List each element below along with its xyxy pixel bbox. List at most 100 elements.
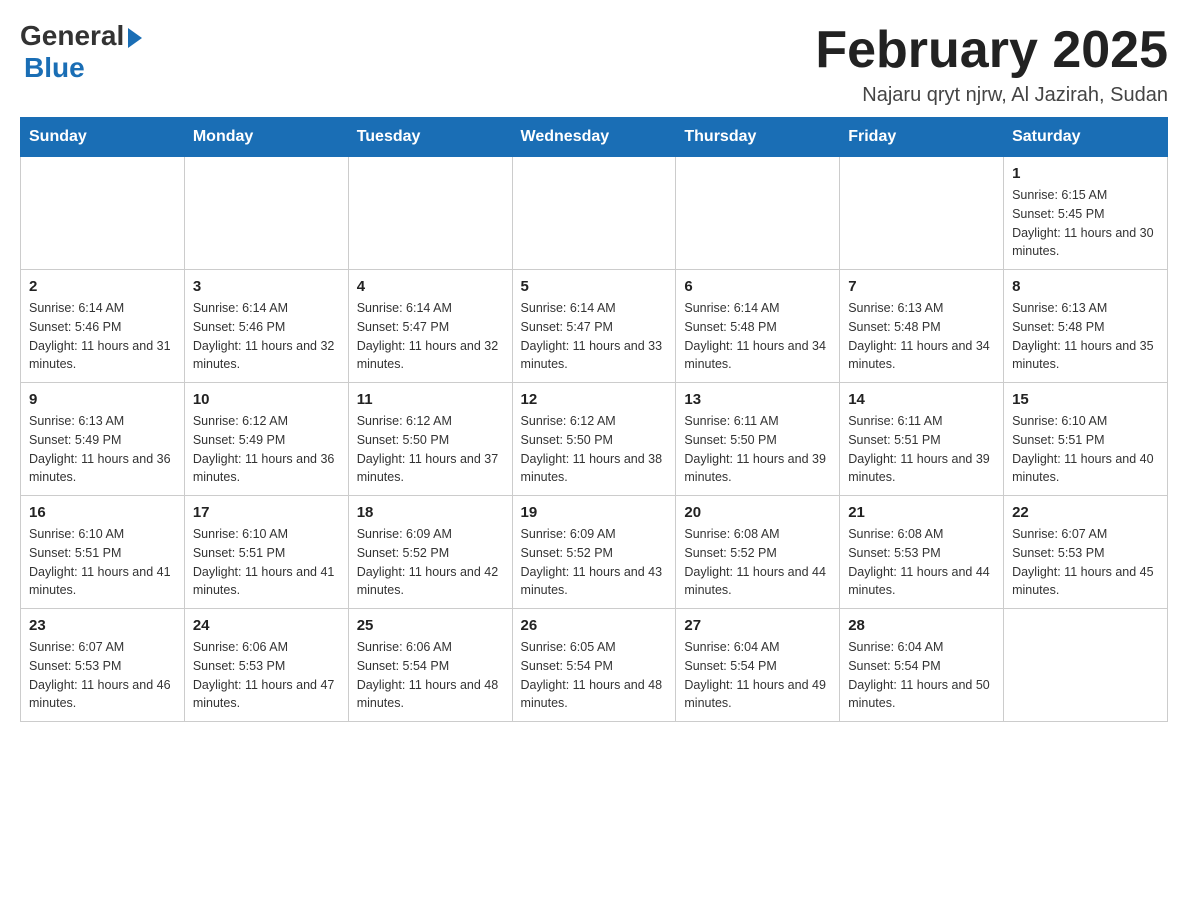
day-info: Sunrise: 6:12 AM Sunset: 5:49 PM Dayligh…	[193, 412, 340, 487]
calendar-day-cell: 23 Sunrise: 6:07 AM Sunset: 5:53 PM Dayli…	[21, 609, 185, 722]
day-number: 5	[521, 278, 668, 295]
logo-general-text: General	[20, 20, 124, 52]
calendar-day-cell: 2 Sunrise: 6:14 AM Sunset: 5:46 PM Daylig…	[21, 270, 185, 383]
calendar-day-cell	[512, 157, 676, 270]
day-info: Sunrise: 6:11 AM Sunset: 5:50 PM Dayligh…	[684, 412, 831, 487]
day-number: 22	[1012, 504, 1159, 521]
day-info: Sunrise: 6:08 AM Sunset: 5:52 PM Dayligh…	[684, 525, 831, 600]
weekday-header-sunday: Sunday	[21, 118, 185, 157]
day-number: 27	[684, 617, 831, 634]
calendar-day-cell: 19 Sunrise: 6:09 AM Sunset: 5:52 PM Dayli…	[512, 496, 676, 609]
calendar-day-cell: 27 Sunrise: 6:04 AM Sunset: 5:54 PM Dayli…	[676, 609, 840, 722]
weekday-header-row: SundayMondayTuesdayWednesdayThursdayFrid…	[21, 118, 1168, 157]
day-number: 10	[193, 391, 340, 408]
day-number: 12	[521, 391, 668, 408]
calendar-day-cell	[840, 157, 1004, 270]
calendar-week-row: 9 Sunrise: 6:13 AM Sunset: 5:49 PM Daylig…	[21, 383, 1168, 496]
day-info: Sunrise: 6:10 AM Sunset: 5:51 PM Dayligh…	[193, 525, 340, 600]
calendar-day-cell: 8 Sunrise: 6:13 AM Sunset: 5:48 PM Daylig…	[1004, 270, 1168, 383]
calendar-day-cell: 5 Sunrise: 6:14 AM Sunset: 5:47 PM Daylig…	[512, 270, 676, 383]
day-info: Sunrise: 6:14 AM Sunset: 5:48 PM Dayligh…	[684, 299, 831, 374]
calendar-day-cell: 14Sunrise: 6:11 AM Sunset: 5:51 PM Dayli…	[840, 383, 1004, 496]
day-number: 14	[848, 391, 995, 408]
logo: General Blue	[20, 20, 142, 84]
title-block: February 2025 Najaru qryt njrw, Al Jazir…	[815, 20, 1168, 107]
day-number: 19	[521, 504, 668, 521]
calendar-day-cell	[1004, 609, 1168, 722]
day-info: Sunrise: 6:04 AM Sunset: 5:54 PM Dayligh…	[848, 638, 995, 713]
location-subtitle: Najaru qryt njrw, Al Jazirah, Sudan	[815, 84, 1168, 107]
day-info: Sunrise: 6:10 AM Sunset: 5:51 PM Dayligh…	[1012, 412, 1159, 487]
weekday-header-monday: Monday	[184, 118, 348, 157]
weekday-header-thursday: Thursday	[676, 118, 840, 157]
day-number: 7	[848, 278, 995, 295]
calendar-day-cell: 4 Sunrise: 6:14 AM Sunset: 5:47 PM Daylig…	[348, 270, 512, 383]
weekday-header-friday: Friday	[840, 118, 1004, 157]
day-number: 4	[357, 278, 504, 295]
calendar-day-cell	[676, 157, 840, 270]
day-number: 21	[848, 504, 995, 521]
day-info: Sunrise: 6:04 AM Sunset: 5:54 PM Dayligh…	[684, 638, 831, 713]
calendar-week-row: 1 Sunrise: 6:15 AM Sunset: 5:45 PM Daylig…	[21, 157, 1168, 270]
day-number: 25	[357, 617, 504, 634]
day-number: 2	[29, 278, 176, 295]
day-number: 26	[521, 617, 668, 634]
day-info: Sunrise: 6:14 AM Sunset: 5:47 PM Dayligh…	[357, 299, 504, 374]
day-info: Sunrise: 6:14 AM Sunset: 5:46 PM Dayligh…	[29, 299, 176, 374]
day-info: Sunrise: 6:13 AM Sunset: 5:48 PM Dayligh…	[1012, 299, 1159, 374]
weekday-header-wednesday: Wednesday	[512, 118, 676, 157]
day-info: Sunrise: 6:15 AM Sunset: 5:45 PM Dayligh…	[1012, 186, 1159, 261]
calendar-day-cell: 11 Sunrise: 6:12 AM Sunset: 5:50 PM Dayli…	[348, 383, 512, 496]
calendar-day-cell: 13 Sunrise: 6:11 AM Sunset: 5:50 PM Dayli…	[676, 383, 840, 496]
calendar-day-cell: 6 Sunrise: 6:14 AM Sunset: 5:48 PM Daylig…	[676, 270, 840, 383]
day-number: 11	[357, 391, 504, 408]
day-info: Sunrise: 6:14 AM Sunset: 5:47 PM Dayligh…	[521, 299, 668, 374]
calendar-day-cell: 20 Sunrise: 6:08 AM Sunset: 5:52 PM Dayli…	[676, 496, 840, 609]
day-info: Sunrise: 6:12 AM Sunset: 5:50 PM Dayligh…	[357, 412, 504, 487]
calendar-week-row: 23 Sunrise: 6:07 AM Sunset: 5:53 PM Dayli…	[21, 609, 1168, 722]
day-number: 3	[193, 278, 340, 295]
calendar-day-cell: 10 Sunrise: 6:12 AM Sunset: 5:49 PM Dayli…	[184, 383, 348, 496]
day-number: 13	[684, 391, 831, 408]
day-info: Sunrise: 6:13 AM Sunset: 5:48 PM Dayligh…	[848, 299, 995, 374]
day-info: Sunrise: 6:12 AM Sunset: 5:50 PM Dayligh…	[521, 412, 668, 487]
day-number: 16	[29, 504, 176, 521]
calendar-day-cell: 16Sunrise: 6:10 AM Sunset: 5:51 PM Dayli…	[21, 496, 185, 609]
day-number: 15	[1012, 391, 1159, 408]
calendar-week-row: 2 Sunrise: 6:14 AM Sunset: 5:46 PM Daylig…	[21, 270, 1168, 383]
day-number: 8	[1012, 278, 1159, 295]
day-number: 9	[29, 391, 176, 408]
calendar-day-cell: 25 Sunrise: 6:06 AM Sunset: 5:54 PM Dayli…	[348, 609, 512, 722]
day-info: Sunrise: 6:08 AM Sunset: 5:53 PM Dayligh…	[848, 525, 995, 600]
calendar-table: SundayMondayTuesdayWednesdayThursdayFrid…	[20, 117, 1168, 722]
page-header: General Blue February 2025 Najaru qryt n…	[20, 20, 1168, 107]
calendar-day-cell: 12 Sunrise: 6:12 AM Sunset: 5:50 PM Dayli…	[512, 383, 676, 496]
calendar-day-cell: 18 Sunrise: 6:09 AM Sunset: 5:52 PM Dayli…	[348, 496, 512, 609]
day-number: 20	[684, 504, 831, 521]
logo-arrow-icon	[128, 28, 142, 48]
month-title: February 2025	[815, 20, 1168, 80]
calendar-day-cell: 7 Sunrise: 6:13 AM Sunset: 5:48 PM Daylig…	[840, 270, 1004, 383]
logo-blue-text: Blue	[24, 52, 85, 83]
day-number: 17	[193, 504, 340, 521]
day-info: Sunrise: 6:14 AM Sunset: 5:46 PM Dayligh…	[193, 299, 340, 374]
day-number: 23	[29, 617, 176, 634]
calendar-day-cell: 24Sunrise: 6:06 AM Sunset: 5:53 PM Dayli…	[184, 609, 348, 722]
day-info: Sunrise: 6:06 AM Sunset: 5:53 PM Dayligh…	[193, 638, 340, 713]
day-info: Sunrise: 6:07 AM Sunset: 5:53 PM Dayligh…	[29, 638, 176, 713]
calendar-day-cell: 17 Sunrise: 6:10 AM Sunset: 5:51 PM Dayli…	[184, 496, 348, 609]
day-number: 6	[684, 278, 831, 295]
day-number: 1	[1012, 165, 1159, 182]
calendar-week-row: 16 Sunrise: 6:10 AM Sunset: 5:51 PM Dayli…	[21, 496, 1168, 609]
day-info: Sunrise: 6:09 AM Sunset: 5:52 PM Dayligh…	[521, 525, 668, 600]
calendar-day-cell	[184, 157, 348, 270]
calendar-day-cell: 28Sunrise: 6:04 AM Sunset: 5:54 PM Dayli…	[840, 609, 1004, 722]
day-info: Sunrise: 6:06 AM Sunset: 5:54 PM Dayligh…	[357, 638, 504, 713]
calendar-day-cell: 22 Sunrise: 6:07 AM Sunset: 5:53 PM Dayli…	[1004, 496, 1168, 609]
day-info: Sunrise: 6:13 AM Sunset: 5:49 PM Dayligh…	[29, 412, 176, 487]
day-info: Sunrise: 6:09 AM Sunset: 5:52 PM Dayligh…	[357, 525, 504, 600]
calendar-day-cell: 26Sunrise: 6:05 AM Sunset: 5:54 PM Dayli…	[512, 609, 676, 722]
calendar-day-cell: 15 Sunrise: 6:10 AM Sunset: 5:51 PM Dayli…	[1004, 383, 1168, 496]
day-info: Sunrise: 6:07 AM Sunset: 5:53 PM Dayligh…	[1012, 525, 1159, 600]
day-number: 18	[357, 504, 504, 521]
